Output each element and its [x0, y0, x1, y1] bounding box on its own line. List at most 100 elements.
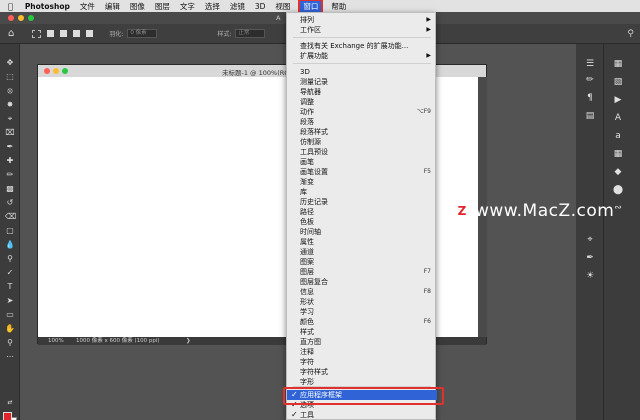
- menu-filter[interactable]: 滤镜: [230, 1, 245, 12]
- window-menu-item-item-5[interactable]: 测量记录: [287, 77, 437, 87]
- crop-tool-icon[interactable]: ⌖: [5, 114, 15, 123]
- paragraph-icon[interactable]: ¶: [584, 92, 596, 104]
- window-menu-item-item-17[interactable]: 历史记录: [287, 197, 437, 207]
- window-menu-item-item-28[interactable]: 学习: [287, 307, 437, 317]
- blur-tool-icon[interactable]: 💧: [5, 240, 15, 249]
- channels-icon[interactable]: ⬤: [612, 184, 624, 196]
- eraser-tool-icon[interactable]: ⌫: [5, 212, 16, 221]
- menu-layer[interactable]: 图层: [155, 1, 170, 12]
- window-menu-item-item-22[interactable]: 通道: [287, 247, 437, 257]
- zoom-tool-icon[interactable]: ⚲: [5, 338, 15, 347]
- window-menu-item-find-exchange[interactable]: 查找有关 Exchange 的扩展功能...: [287, 41, 437, 51]
- zoom-icon[interactable]: [28, 15, 34, 21]
- window-menu-item-item-6[interactable]: 导航器: [287, 87, 437, 97]
- window-menu-item-item-34[interactable]: 字符样式: [287, 367, 437, 377]
- subtract-selection-icon[interactable]: [73, 30, 81, 37]
- search-icon[interactable]: ⚲: [627, 29, 634, 39]
- window-menu-item-item-21[interactable]: 属性: [287, 237, 437, 247]
- window-menu-item-item-20[interactable]: 时间轴: [287, 227, 437, 237]
- menu-file[interactable]: 文件: [80, 1, 95, 12]
- swatches-icon[interactable]: ▧: [612, 76, 624, 88]
- home-icon[interactable]: ⌂: [8, 28, 14, 39]
- character-icon[interactable]: A: [612, 112, 624, 124]
- gradient-tool-icon[interactable]: ▢: [5, 226, 15, 235]
- window-menu-item-item-27[interactable]: 形状: [287, 297, 437, 307]
- menu-help[interactable]: 帮助: [331, 1, 346, 12]
- window-menu-item-item-10[interactable]: 段落样式: [287, 127, 437, 137]
- crop-icon[interactable]: ⌖: [584, 234, 596, 246]
- quick-select-tool-icon[interactable]: ✸: [5, 100, 15, 109]
- style-select[interactable]: 正常: [235, 29, 266, 38]
- marquee-tool-icon[interactable]: ⬚: [5, 72, 15, 81]
- window-menu-item-item-33[interactable]: 字符: [287, 357, 437, 367]
- window-menu-item-item-7[interactable]: 调整: [287, 97, 437, 107]
- eyedropper-tool-icon[interactable]: ✒: [5, 142, 15, 151]
- feather-input[interactable]: 0 像素: [127, 29, 158, 38]
- adjust-icon[interactable]: ☀: [584, 270, 596, 282]
- lasso-tool-icon[interactable]: ⦻: [5, 86, 15, 95]
- menu-select[interactable]: 选择: [205, 1, 220, 12]
- window-menu-item-item-32[interactable]: 注释: [287, 347, 437, 357]
- layers-icon[interactable]: ◆: [612, 166, 624, 178]
- dodge-tool-icon[interactable]: ⚲: [5, 254, 15, 263]
- brush-icon[interactable]: ✏: [584, 74, 596, 86]
- window-menu-item-item-25[interactable]: 图层复合: [287, 277, 437, 287]
- move-tool-icon[interactable]: ✥: [5, 58, 15, 67]
- menu-edit[interactable]: 编辑: [105, 1, 120, 12]
- glyphs-icon[interactable]: a: [612, 130, 624, 142]
- window-menu-item-workspace[interactable]: 工作区 ▶: [287, 25, 437, 35]
- window-menu-item-item-26[interactable]: 信息 F8: [287, 287, 437, 297]
- window-menu-item-item-19[interactable]: 色板: [287, 217, 437, 227]
- type-tool-icon[interactable]: T: [5, 282, 15, 291]
- styles-icon[interactable]: ▤: [584, 110, 596, 122]
- healing-tool-icon[interactable]: ✚: [5, 156, 15, 165]
- document-close-icon[interactable]: [44, 68, 50, 74]
- window-menu-item-item-11[interactable]: 仿制源: [287, 137, 437, 147]
- stamp-tool-icon[interactable]: ▩: [5, 184, 15, 193]
- hand-tool-icon[interactable]: ✋: [5, 324, 15, 333]
- app-name[interactable]: Photoshop: [25, 2, 70, 11]
- new-selection-icon[interactable]: [47, 30, 55, 37]
- intersect-selection-icon[interactable]: [86, 30, 94, 37]
- window-menu-item-arrange[interactable]: 排列 ▶: [287, 15, 437, 25]
- menu-type[interactable]: 文字: [180, 1, 195, 12]
- window-menu-item-item-23[interactable]: 图案: [287, 257, 437, 267]
- pen-tool-icon[interactable]: ✓: [5, 268, 15, 277]
- brush-tool-icon[interactable]: ✏: [5, 170, 15, 179]
- brush-settings-icon[interactable]: ☰: [584, 58, 596, 70]
- actions-icon[interactable]: ▶: [612, 94, 624, 106]
- shape-tool-icon[interactable]: ▭: [5, 310, 15, 319]
- menu-3d[interactable]: 3D: [255, 2, 266, 11]
- foreground-color-swatch[interactable]: [3, 412, 12, 420]
- apple-icon[interactable]: : [8, 2, 13, 11]
- window-menu-item-item-24[interactable]: 图层 F7: [287, 267, 437, 277]
- menu-window[interactable]: 窗口: [298, 0, 324, 14]
- window-menu-item-item-18[interactable]: 路径: [287, 207, 437, 217]
- window-menu-item-item-16[interactable]: 库: [287, 187, 437, 197]
- close-icon[interactable]: [8, 15, 14, 21]
- window-menu-item-item-4[interactable]: 3D: [287, 67, 437, 77]
- window-menu-item-item-29[interactable]: 颜色 F6: [287, 317, 437, 327]
- history-brush-tool-icon[interactable]: ↺: [5, 198, 15, 207]
- minimize-icon[interactable]: [18, 15, 24, 21]
- libraries-icon[interactable]: ▦: [612, 148, 624, 160]
- path-select-tool-icon[interactable]: ➤: [5, 296, 15, 305]
- window-menu-item-item-12[interactable]: 工具预设: [287, 147, 437, 157]
- document-minimize-icon[interactable]: [53, 68, 59, 74]
- zoom-level[interactable]: 100%: [48, 337, 64, 345]
- document-zoom-icon[interactable]: [62, 68, 68, 74]
- more-tools-icon[interactable]: ⋯: [5, 352, 15, 361]
- window-menu-item-item-31[interactable]: 直方图: [287, 337, 437, 347]
- swap-colors-icon[interactable]: ⇄: [5, 398, 15, 407]
- pen-icon[interactable]: ✒: [584, 252, 596, 264]
- menu-image[interactable]: 图像: [130, 1, 145, 12]
- window-menu-item-item-8[interactable]: 动作 ⌥F9: [287, 107, 437, 117]
- window-menu-item-item-9[interactable]: 段落: [287, 117, 437, 127]
- window-menu-item-item-30[interactable]: 样式: [287, 327, 437, 337]
- window-menu-item-item-14[interactable]: 画笔设置 F5: [287, 167, 437, 177]
- window-menu-item-item-15[interactable]: 渐变: [287, 177, 437, 187]
- marquee-preset-icon[interactable]: [32, 29, 42, 38]
- adjustments-icon[interactable]: ▦: [612, 58, 624, 70]
- menu-view[interactable]: 视图: [275, 1, 290, 12]
- window-menu-item-extensions[interactable]: 扩展功能 ▶: [287, 51, 437, 61]
